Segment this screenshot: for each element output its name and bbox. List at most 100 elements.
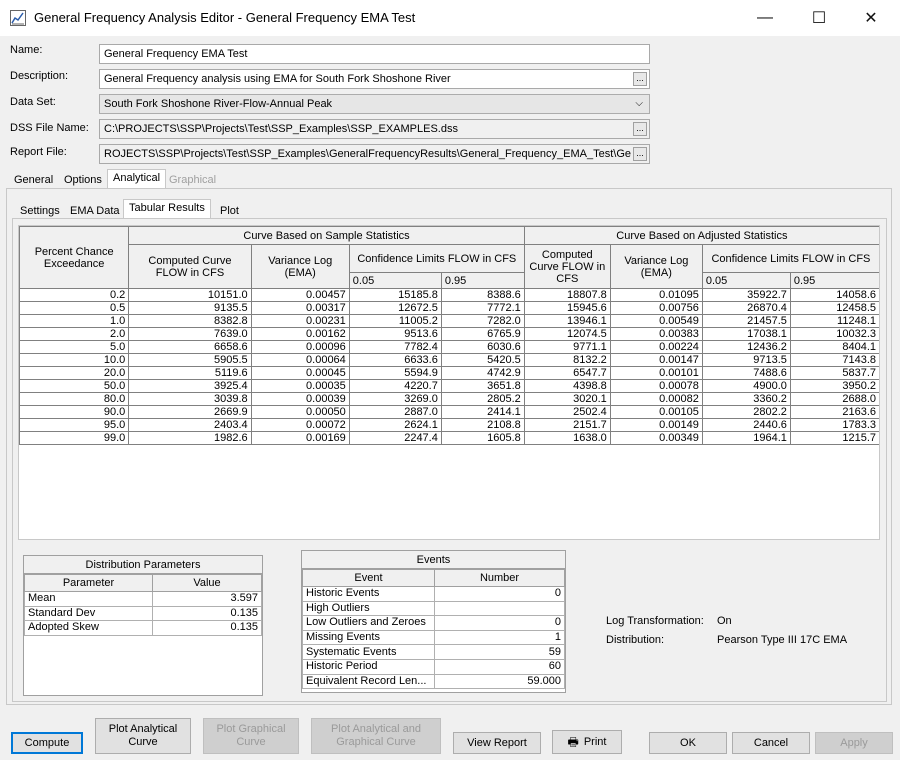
table-cell[interactable]: 5420.5 — [441, 353, 525, 367]
table-cell[interactable]: 2624.1 — [349, 418, 442, 432]
event-name[interactable]: Equivalent Record Len... — [302, 673, 435, 690]
table-cell[interactable]: 2.0 — [19, 327, 130, 341]
minimize-button[interactable]: — — [742, 0, 788, 36]
table-cell[interactable]: 9135.5 — [128, 301, 252, 315]
cancel-button[interactable]: Cancel — [732, 732, 810, 754]
table-cell[interactable]: 3269.0 — [349, 392, 442, 406]
event-number[interactable]: 1 — [434, 629, 565, 646]
event-row[interactable]: Historic Events 0 — [302, 586, 565, 602]
table-cell[interactable]: 1.0 — [19, 314, 130, 328]
table-cell[interactable]: 3039.8 — [128, 392, 252, 406]
description-browse-button[interactable]: ... — [633, 72, 647, 86]
table-cell[interactable]: 12458.5 — [790, 301, 879, 315]
event-name[interactable]: Historic Events — [302, 586, 435, 602]
ok-button[interactable]: OK — [649, 732, 727, 754]
table-cell[interactable]: 4398.8 — [524, 379, 611, 393]
table-cell[interactable]: 5837.7 — [790, 366, 879, 380]
table-cell[interactable]: 1982.6 — [128, 431, 252, 445]
view-report-button[interactable]: View Report — [453, 732, 541, 754]
table-cell[interactable]: 2502.4 — [524, 405, 611, 419]
table-row[interactable]: 50.0 3925.4 0.00035 4220.7 3651.8 4398.8 0.000… — [19, 379, 879, 393]
tab-analytical[interactable]: Analytical — [107, 169, 167, 188]
table-cell[interactable]: 10032.3 — [790, 327, 879, 341]
table-row[interactable]: 90.0 2669.9 0.00050 2887.0 2414.1 2502.4 0.001… — [19, 405, 879, 419]
table-row[interactable]: 0.2 10151.0 0.00457 15185.8 8388.6 18807.8 0.0… — [19, 288, 879, 302]
dataset-select[interactable]: South Fork Shoshone River-Flow-Annual Pe… — [99, 94, 650, 114]
table-cell[interactable]: 0.00105 — [610, 405, 703, 419]
table-row[interactable]: 5.0 6658.6 0.00096 7782.4 6030.6 9771.1 0.0022… — [19, 340, 879, 354]
event-row[interactable]: Equivalent Record Len... 59.000 — [302, 673, 565, 690]
table-cell[interactable]: 12672.5 — [349, 301, 442, 315]
table-cell[interactable]: 7282.0 — [441, 314, 525, 328]
table-cell[interactable]: 7782.4 — [349, 340, 442, 354]
table-cell[interactable]: 0.00035 — [251, 379, 350, 393]
table-cell[interactable]: 2887.0 — [349, 405, 442, 419]
print-button[interactable]: 🖶 Print — [552, 730, 622, 754]
table-cell[interactable]: 0.00224 — [610, 340, 703, 354]
table-cell[interactable]: 5.0 — [19, 340, 130, 354]
adjusted-confidence-005-header[interactable]: 0.05 — [701, 272, 791, 289]
table-cell[interactable]: 10.0 — [19, 353, 130, 367]
table-cell[interactable]: 6765.9 — [441, 327, 525, 341]
table-cell[interactable]: 1215.7 — [790, 431, 879, 445]
table-cell[interactable]: 6030.6 — [441, 340, 525, 354]
number-column-header[interactable]: Number — [434, 569, 565, 587]
event-row[interactable]: High Outliers — [302, 600, 565, 617]
event-row[interactable]: Historic Period 60 — [302, 658, 565, 675]
parameter-value[interactable]: 3.597 — [152, 591, 262, 607]
parameter-name[interactable]: Adopted Skew — [24, 620, 153, 636]
table-cell[interactable]: 3020.1 — [524, 392, 611, 406]
table-row[interactable]: 20.0 5119.6 0.00045 5594.9 4742.9 6547.7 0.001… — [19, 366, 879, 380]
adjusted-variance-log-header[interactable]: Variance Log (EMA) — [609, 244, 703, 289]
table-cell[interactable]: 12436.2 — [702, 340, 791, 354]
event-number[interactable]: 0 — [434, 615, 565, 631]
distribution-row[interactable]: Standard Dev 0.135 — [24, 605, 262, 622]
table-cell[interactable]: 2669.9 — [128, 405, 252, 419]
table-cell[interactable]: 35922.7 — [702, 288, 791, 302]
table-cell[interactable]: 0.00147 — [610, 353, 703, 367]
table-cell[interactable]: 20.0 — [19, 366, 130, 380]
table-cell[interactable]: 8404.1 — [790, 340, 879, 354]
table-cell[interactable]: 0.00756 — [610, 301, 703, 315]
event-name[interactable]: Historic Period — [302, 658, 435, 675]
description-field[interactable]: General Frequency analysis using EMA for… — [99, 69, 650, 89]
table-cell[interactable]: 4220.7 — [349, 379, 442, 393]
parameter-value[interactable]: 0.135 — [152, 620, 262, 636]
table-cell[interactable]: 7143.8 — [790, 353, 879, 367]
adjusted-confidence-095-header[interactable]: 0.95 — [789, 272, 879, 289]
table-cell[interactable]: 2247.4 — [349, 431, 442, 445]
parameter-name[interactable]: Mean — [24, 591, 153, 607]
table-cell[interactable]: 2688.0 — [790, 392, 879, 406]
event-number[interactable]: 60 — [434, 658, 565, 675]
table-cell[interactable]: 50.0 — [19, 379, 130, 393]
variance-log-header[interactable]: Variance Log (EMA) — [250, 244, 350, 289]
table-cell[interactable]: 18807.8 — [524, 288, 611, 302]
table-cell[interactable]: 7639.0 — [128, 327, 252, 341]
percent-chance-header[interactable]: Percent Chance Exceedance — [19, 226, 130, 289]
event-row[interactable]: Missing Events 1 — [302, 629, 565, 646]
table-cell[interactable]: 8388.6 — [441, 288, 525, 302]
table-row[interactable]: 2.0 7639.0 0.00162 9513.6 6765.9 12074.5 0.003… — [19, 327, 879, 341]
table-cell[interactable]: 0.2 — [19, 288, 130, 302]
table-cell[interactable]: 2403.4 — [128, 418, 252, 432]
event-name[interactable]: Missing Events — [302, 629, 435, 646]
table-cell[interactable]: 0.00101 — [610, 366, 703, 380]
maximize-button[interactable]: ☐ — [796, 0, 842, 36]
table-cell[interactable]: 10151.0 — [128, 288, 252, 302]
table-cell[interactable]: 0.5 — [19, 301, 130, 315]
table-cell[interactable]: 0.00050 — [251, 405, 350, 419]
event-name[interactable]: High Outliers — [302, 600, 435, 617]
table-cell[interactable]: 9513.6 — [349, 327, 442, 341]
table-row[interactable]: 0.5 9135.5 0.00317 12672.5 7772.1 15945.6 0.00… — [19, 301, 879, 315]
results-table-container[interactable]: Percent Chance Exceedance Curve Based on… — [18, 225, 880, 540]
table-cell[interactable]: 3950.2 — [790, 379, 879, 393]
table-cell[interactable]: 1783.3 — [790, 418, 879, 432]
table-cell[interactable]: 12074.5 — [524, 327, 611, 341]
dss-file-browse-button[interactable]: ... — [633, 122, 647, 136]
table-cell[interactable]: 2163.6 — [790, 405, 879, 419]
table-cell[interactable]: 0.00149 — [610, 418, 703, 432]
table-cell[interactable]: 0.00078 — [610, 379, 703, 393]
table-row[interactable]: 10.0 5905.5 0.00064 6633.6 5420.5 8132.2 0.001… — [19, 353, 879, 367]
table-cell[interactable]: 0.00064 — [251, 353, 350, 367]
table-cell[interactable]: 5119.6 — [128, 366, 252, 380]
